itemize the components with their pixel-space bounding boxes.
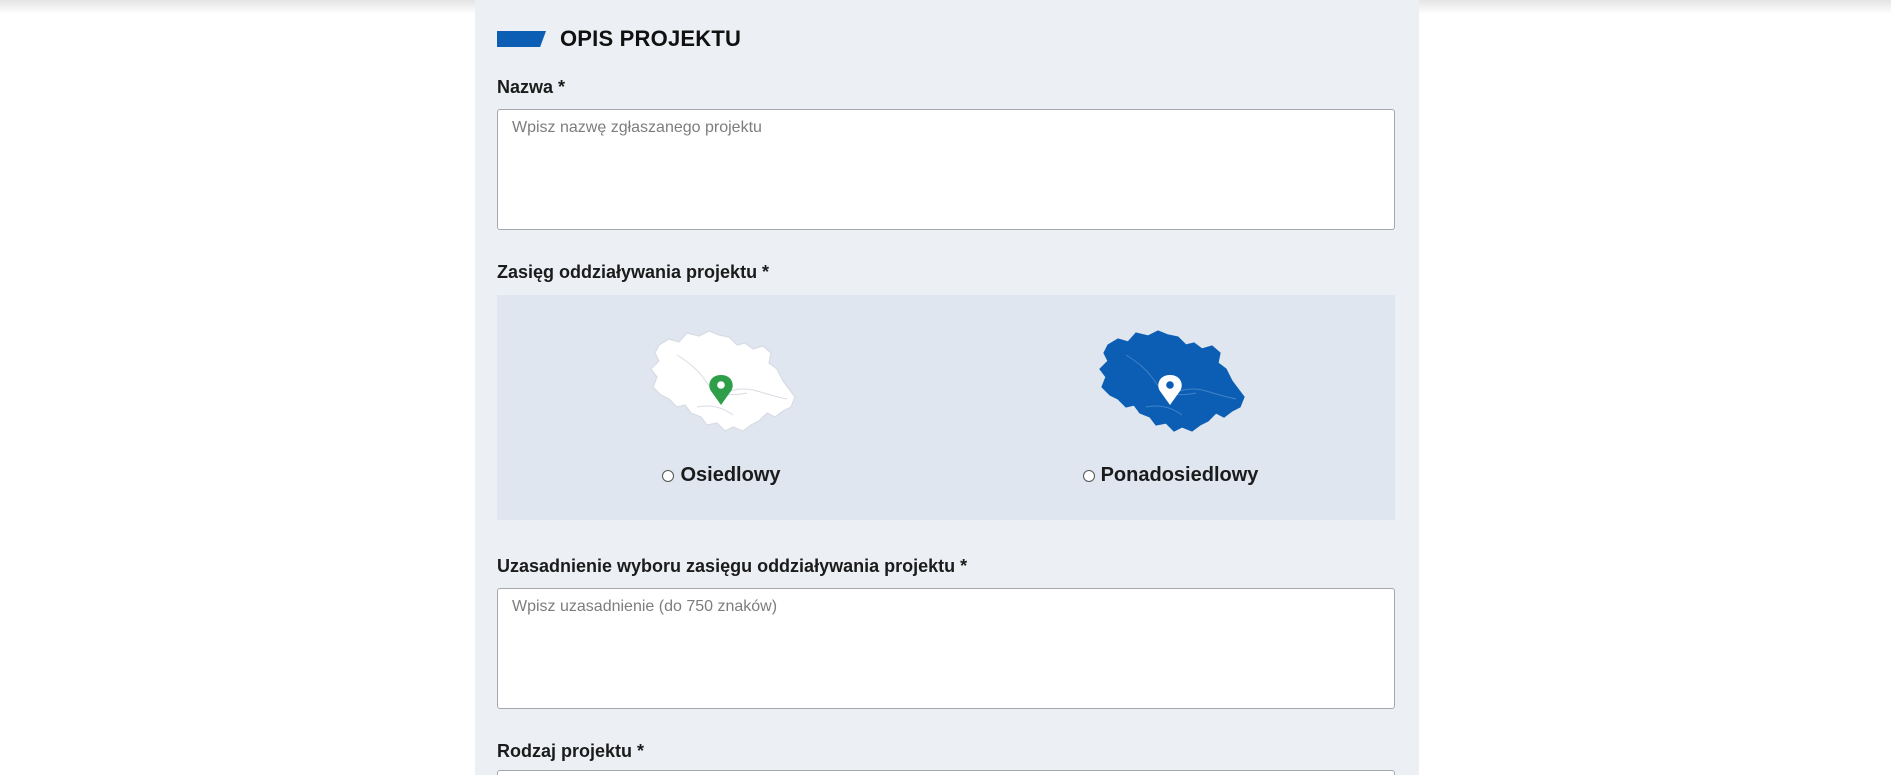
project-description-panel: OPIS PROJEKTU Nazwa * Zasięg oddziaływan… [475,0,1419,775]
scope-local-radio[interactable] [662,469,675,482]
justification-label: Uzasadnienie wyboru zasięgu oddziaływani… [497,556,968,576]
scope-option-supralocal-row: Ponadosiedlowy [946,464,1395,487]
scope-selector: Osiedlowy Ponadosiedlowy [497,295,1395,520]
section-header: OPIS PROJEKTU [497,24,741,54]
name-label: Nazwa * [497,77,566,97]
justification-field[interactable] [497,588,1395,709]
scope-option-supralocal[interactable]: Ponadosiedlowy [946,295,1395,520]
scope-option-local-row: Osiedlowy [497,464,946,487]
city-map-icon [1099,330,1245,432]
scope-label: Zasięg oddziaływania projektu * [497,262,770,282]
section-flag-icon [497,31,546,47]
scope-option-local[interactable]: Osiedlowy [497,295,946,520]
section-title: OPIS PROJEKTU [560,26,742,51]
project-type-label: Rodzaj projektu * [497,741,645,761]
name-field[interactable] [497,109,1395,230]
scope-supralocal-radio[interactable] [1082,469,1095,482]
scope-supralocal-label: Ponadosiedlowy [1100,464,1259,486]
district-map-icon [650,330,796,432]
project-type-select[interactable] [497,770,1395,775]
scope-local-label: Osiedlowy [680,464,781,486]
